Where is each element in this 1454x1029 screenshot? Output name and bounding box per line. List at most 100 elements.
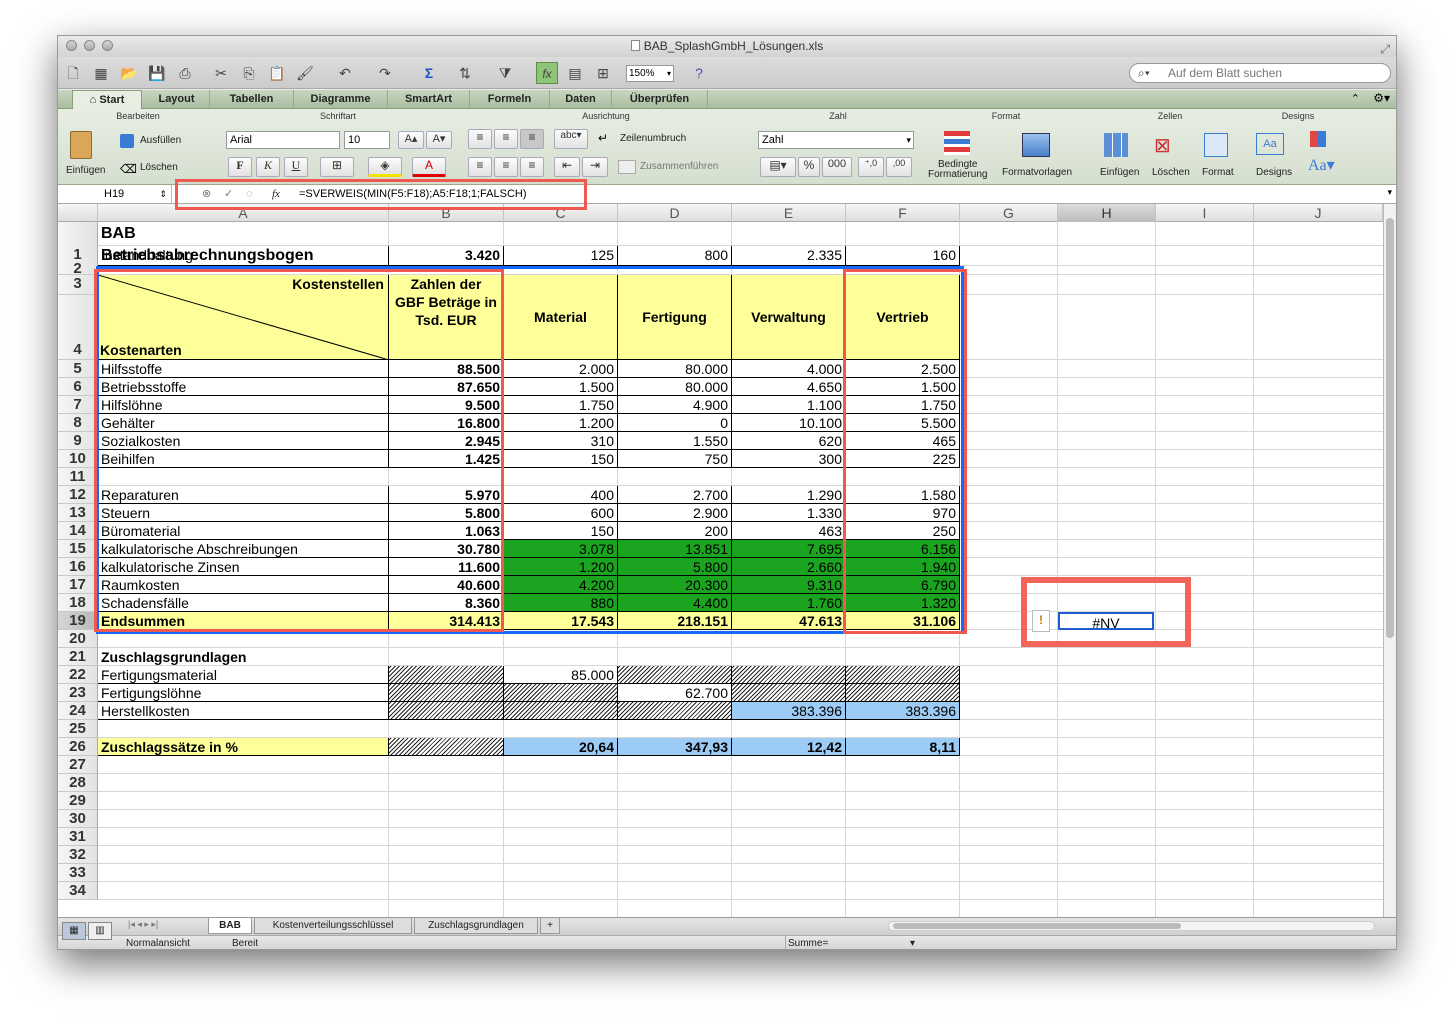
fertigungsmaterial-value[interactable]: 85.000: [504, 666, 618, 684]
open-icon[interactable]: 📂: [118, 62, 140, 84]
cell-a13[interactable]: Steuern: [98, 504, 389, 522]
hatched-cell[interactable]: [504, 684, 618, 702]
row-header-4[interactable]: 4: [58, 295, 98, 360]
cell-c6[interactable]: 1.500: [504, 378, 618, 396]
cell-a12[interactable]: Reparaturen: [98, 486, 389, 504]
cell-b11[interactable]: 3.420: [389, 246, 504, 266]
row-header-29[interactable]: 29: [58, 792, 98, 810]
cell-f9[interactable]: 465: [846, 432, 960, 450]
hatched-cell[interactable]: [846, 684, 960, 702]
font-family-select[interactable]: Arial: [226, 131, 340, 149]
cell-d7[interactable]: 4.900: [618, 396, 732, 414]
cell-a18[interactable]: Schadensfälle: [98, 594, 389, 612]
row-header-21[interactable]: 21: [58, 648, 98, 666]
add-sheet-button[interactable]: +: [540, 918, 560, 934]
cell-a5[interactable]: Hilfsstoffe: [98, 360, 389, 378]
cell-d17[interactable]: 20.300: [618, 576, 732, 594]
autosum-icon[interactable]: Σ: [418, 62, 440, 84]
function-icon[interactable]: fx: [536, 62, 558, 84]
cell-e7[interactable]: 1.100: [732, 396, 846, 414]
row-header-7[interactable]: 7: [58, 396, 98, 414]
undo-icon[interactable]: ↶: [334, 62, 356, 84]
align-left-button[interactable]: ≡: [468, 157, 492, 177]
cell-a19[interactable]: Endsummen: [98, 612, 389, 630]
row-header-5[interactable]: 5: [58, 360, 98, 378]
error-warning-icon[interactable]: !: [1032, 610, 1050, 632]
hatched-cell[interactable]: [618, 666, 732, 684]
ribbon-collapse-icon[interactable]: ⌃: [1351, 92, 1360, 105]
cell-d12[interactable]: 2.700: [618, 486, 732, 504]
row-header-30[interactable]: 30: [58, 810, 98, 828]
cell-d5[interactable]: 80.000: [618, 360, 732, 378]
cell-f6[interactable]: 1.500: [846, 378, 960, 396]
cell-a6[interactable]: Betriebsstoffe: [98, 378, 389, 396]
decrease-indent-button[interactable]: ⇤: [554, 157, 580, 177]
cell-e14[interactable]: 463: [732, 522, 846, 540]
zuschlagssatz-material[interactable]: 20,64: [504, 738, 618, 756]
fill-button[interactable]: Ausfüllen: [120, 133, 210, 151]
new-document-icon[interactable]: 🗋: [62, 62, 84, 84]
cell-b14[interactable]: 1.063: [389, 522, 504, 540]
row-header-2[interactable]: 2: [58, 260, 98, 277]
close-window-button[interactable]: [66, 40, 77, 51]
sheet-nav-arrows[interactable]: |◂ ◂ ▸ ▸|: [128, 919, 158, 930]
row-header-15[interactable]: 15: [58, 540, 98, 558]
align-middle-button[interactable]: ≡: [494, 129, 518, 149]
minimize-window-button[interactable]: [84, 40, 95, 51]
cell-c12[interactable]: 400: [504, 486, 618, 504]
increase-decimal-button[interactable]: ⁺,0: [858, 157, 884, 177]
cell-e19[interactable]: 47.613: [732, 612, 846, 630]
toolbox-icon[interactable]: ▤: [564, 62, 586, 84]
cell-d11[interactable]: 800: [618, 246, 732, 266]
row-header-24[interactable]: 24: [58, 702, 98, 720]
themes-button[interactable]: Aa Designs: [1252, 129, 1300, 183]
cell-e13[interactable]: 1.330: [732, 504, 846, 522]
cell-b12[interactable]: 5.970: [389, 486, 504, 504]
column-header-e[interactable]: E: [732, 204, 846, 222]
cell-d10[interactable]: 750: [618, 450, 732, 468]
row-header-28[interactable]: 28: [58, 774, 98, 792]
decrease-decimal-button[interactable]: ,00: [886, 157, 912, 177]
cell-f14[interactable]: 250: [846, 522, 960, 540]
row-header-27[interactable]: 27: [58, 756, 98, 774]
column-header-h[interactable]: H: [1058, 204, 1156, 222]
row-header-31[interactable]: 31: [58, 828, 98, 846]
confirm-formula-icon[interactable]: ✓: [224, 185, 233, 204]
cell-c8[interactable]: 1.200: [504, 414, 618, 432]
cell-c13[interactable]: 600: [504, 504, 618, 522]
font-color-button[interactable]: A: [412, 157, 446, 177]
cell-f16[interactable]: 1.940: [846, 558, 960, 576]
filter-icon[interactable]: ⧩: [494, 62, 516, 84]
cell-e6[interactable]: 4.650: [732, 378, 846, 396]
column-header-i[interactable]: I: [1156, 204, 1254, 222]
tab-smartart[interactable]: SmartArt: [388, 90, 470, 109]
hatched-cell[interactable]: [732, 684, 846, 702]
cell-e16[interactable]: 2.660: [732, 558, 846, 576]
cell-f17[interactable]: 6.790: [846, 576, 960, 594]
row-header-26[interactable]: 26: [58, 738, 98, 756]
cell-f10[interactable]: 225: [846, 450, 960, 468]
cell-b6[interactable]: 87.650: [389, 378, 504, 396]
cell-e15[interactable]: 7.695: [732, 540, 846, 558]
cell-b5[interactable]: 88.500: [389, 360, 504, 378]
cell-d8[interactable]: 0: [618, 414, 732, 432]
hatched-cell[interactable]: [732, 666, 846, 684]
tab-start[interactable]: ⌂ Start: [72, 90, 142, 109]
cell-b19[interactable]: 314.413: [389, 612, 504, 630]
column-header-f[interactable]: F: [846, 204, 960, 222]
redo-icon[interactable]: ↷: [374, 62, 396, 84]
name-box[interactable]: H19 ⇕: [58, 185, 172, 204]
cell-f18[interactable]: 1.320: [846, 594, 960, 612]
cell-a11[interactable]: Instandhaltung: [98, 246, 389, 266]
row-header-14[interactable]: 14: [58, 522, 98, 540]
row-header-22[interactable]: 22: [58, 666, 98, 684]
row-header-3[interactable]: 3: [58, 275, 98, 295]
fertigungsmaterial-label[interactable]: Fertigungsmaterial: [98, 666, 389, 684]
herstellkosten-e[interactable]: 383.396: [732, 702, 846, 720]
paste-button[interactable]: Einfügen: [64, 129, 114, 179]
merge-button[interactable]: Zusammenführen: [618, 159, 744, 177]
cell-a15[interactable]: kalkulatorische Abschreibungen: [98, 540, 389, 558]
ribbon-settings-icon[interactable]: ⚙▾: [1373, 91, 1390, 105]
column-header-g[interactable]: G: [960, 204, 1058, 222]
normal-view-button[interactable]: ▦: [62, 922, 86, 940]
